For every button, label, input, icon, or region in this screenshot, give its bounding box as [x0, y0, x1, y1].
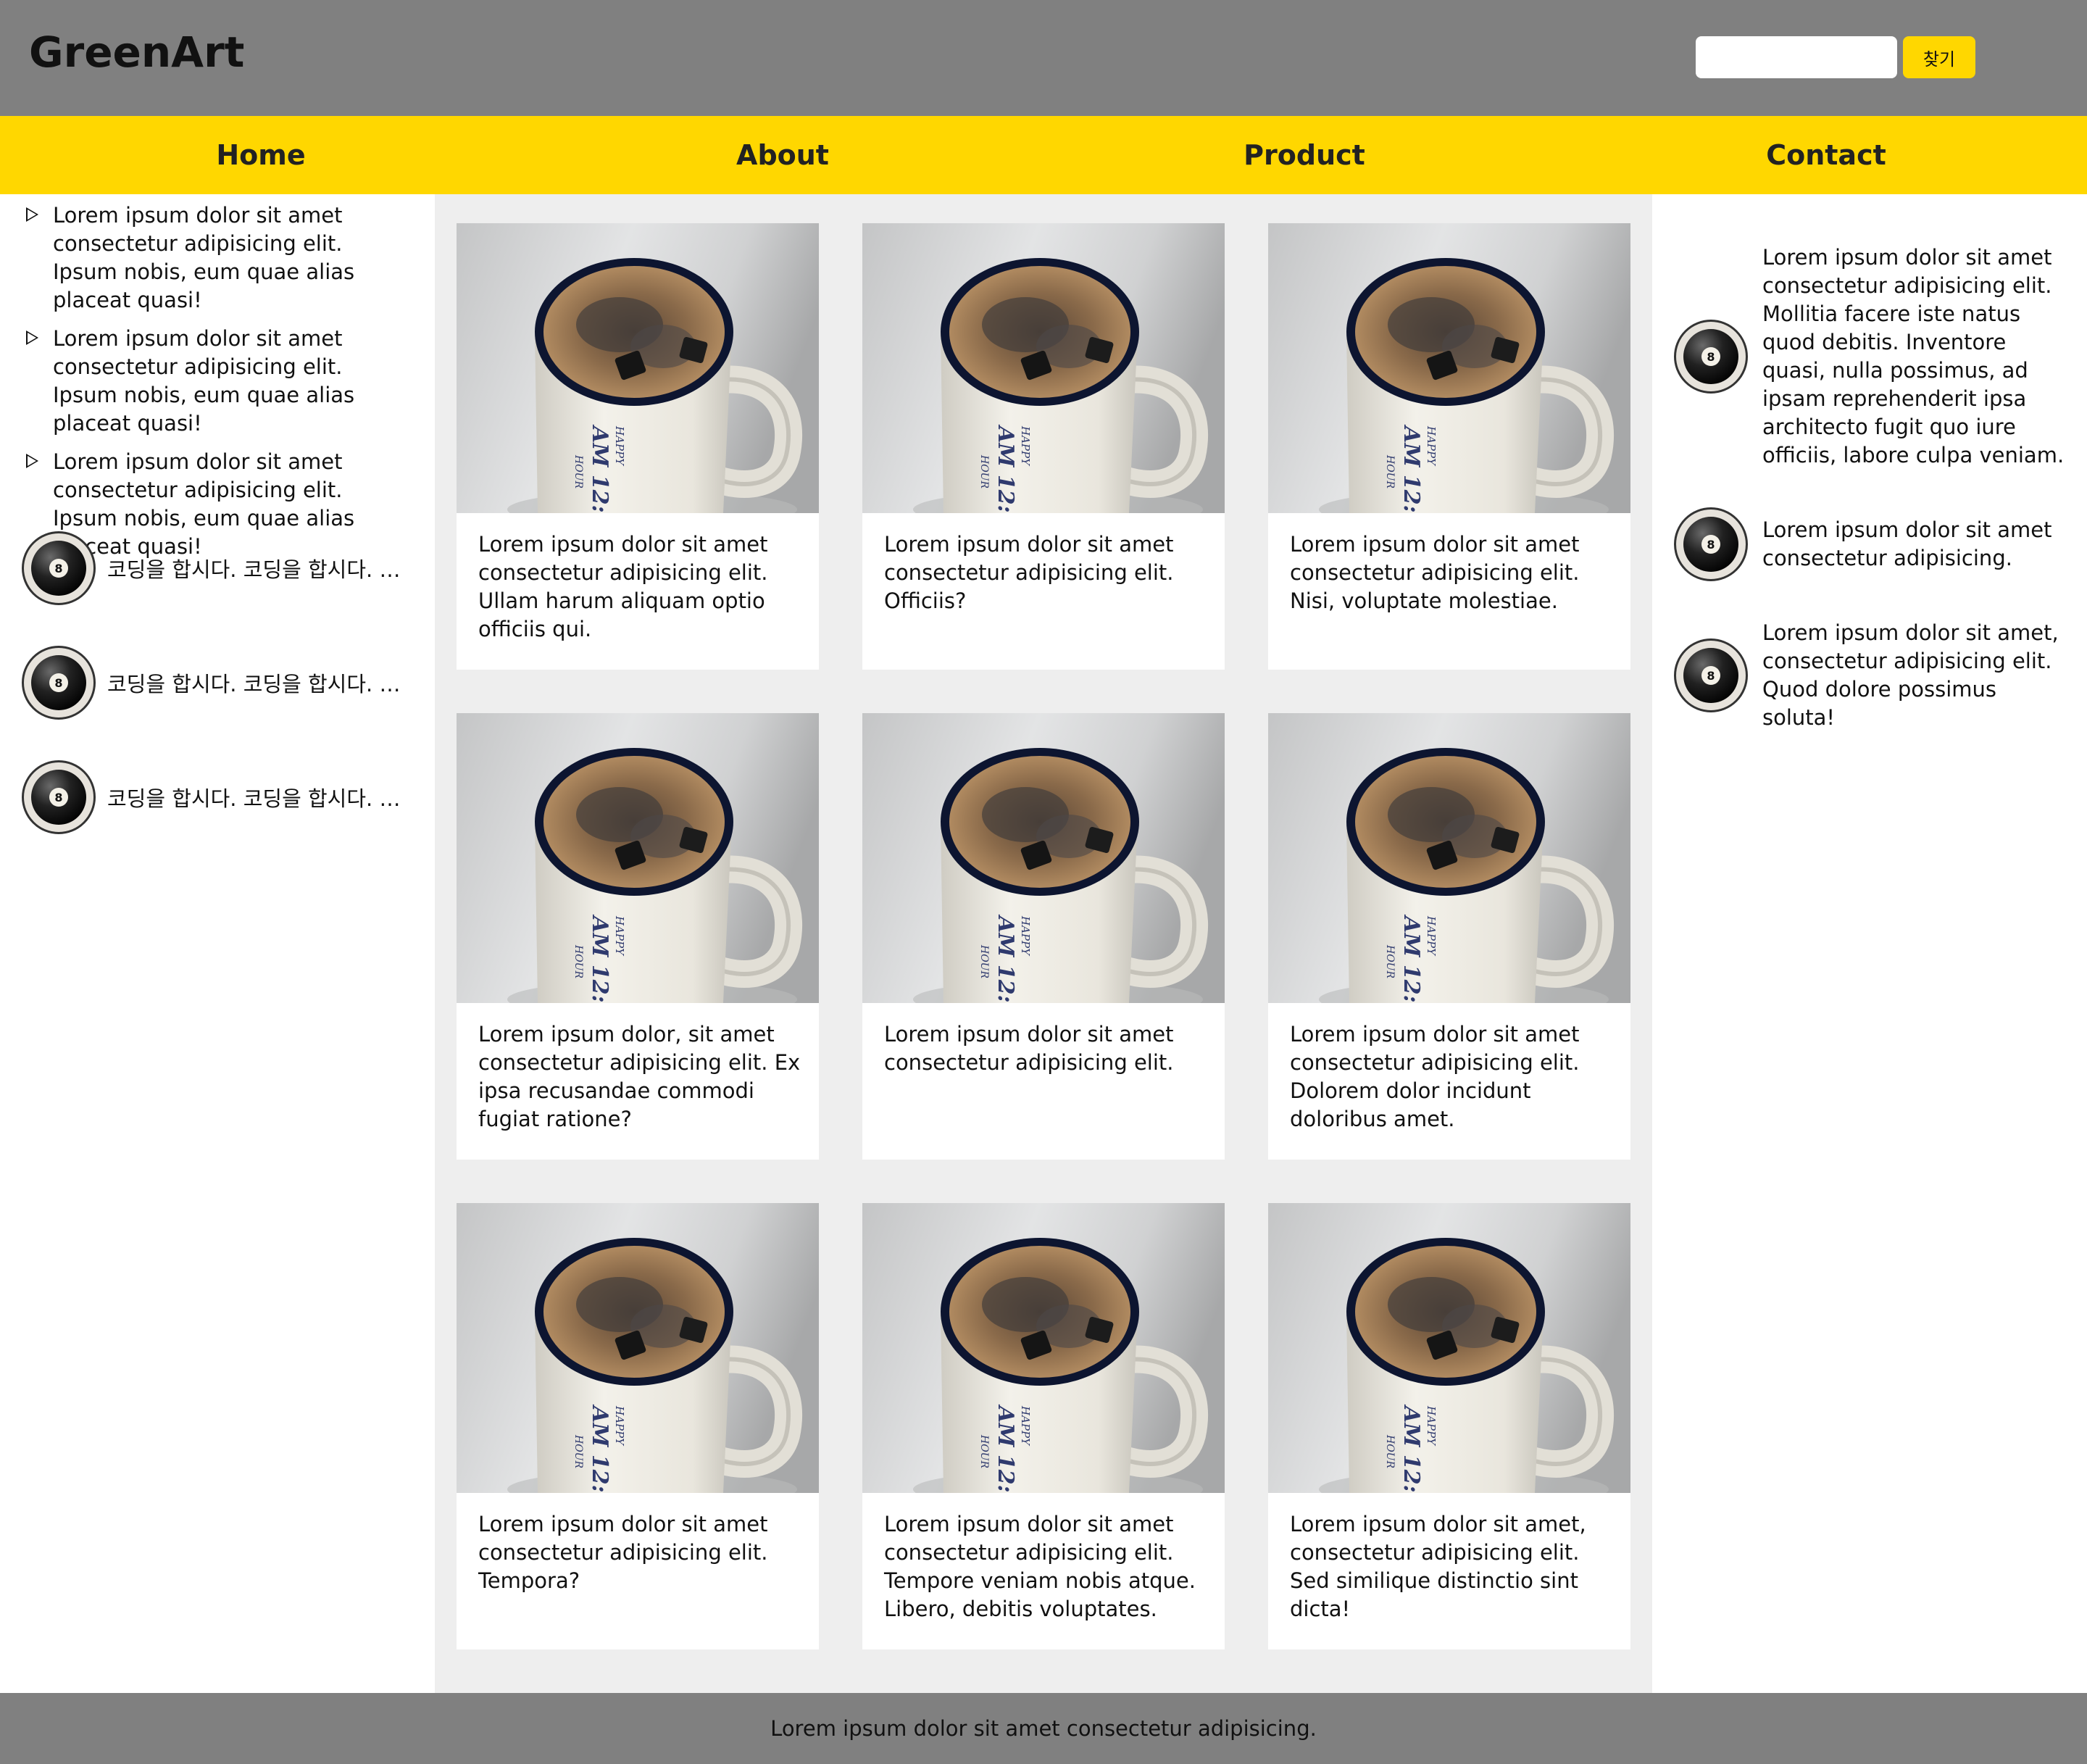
svg-text:AM 12:00: AM 12:00 — [1399, 424, 1424, 513]
svg-text:HAPPY: HAPPY — [1019, 915, 1032, 957]
svg-text:AM 12:00: AM 12:00 — [993, 1404, 1018, 1493]
svg-text:AM 12:00: AM 12:00 — [1399, 914, 1424, 1003]
svg-text:HAPPY: HAPPY — [613, 425, 626, 467]
site-logo[interactable]: GreenArt — [29, 28, 244, 77]
nav-contact[interactable]: Contact — [1565, 116, 2087, 194]
svg-text:HAPPY: HAPPY — [1425, 915, 1438, 957]
coffee-mug-image[interactable]: AM 12:00 HAPPY HOUR — [457, 223, 819, 513]
svg-text:HOUR: HOUR — [978, 454, 990, 488]
product-grid: AM 12:00 HAPPY HOUR Lorem ipsum dolor si… — [435, 194, 1652, 1693]
svg-text:AM 12:00: AM 12:00 — [993, 424, 1018, 513]
ball-item-list: 8 코딩을 합시다. 코딩을 합시다. … 8 코딩을 합시다. 코딩을 합시다… — [22, 529, 428, 873]
svg-text:HOUR: HOUR — [978, 1434, 990, 1468]
eight-ball-icon: 8 — [22, 760, 96, 834]
right-item[interactable]: 8 Lorem ipsum dolor sit amet, consectetu… — [1674, 619, 2080, 732]
ball-item[interactable]: 8 코딩을 합시다. 코딩을 합시다. … — [22, 644, 428, 722]
card-caption: Lorem ipsum dolor sit amet consectetur a… — [884, 1022, 1174, 1075]
coffee-mug-image[interactable]: AM 12:00 HAPPY HOUR — [457, 1203, 819, 1493]
coffee-mug-image[interactable]: AM 12:00 HAPPY HOUR — [457, 713, 819, 1003]
svg-text:HAPPY: HAPPY — [1425, 1405, 1438, 1447]
ball-item[interactable]: 8 코딩을 합시다. 코딩을 합시다. … — [22, 529, 428, 607]
svg-text:AM 12:00: AM 12:00 — [993, 914, 1018, 1003]
nav-home[interactable]: Home — [0, 116, 522, 194]
eight-ball-icon: 8 — [1674, 638, 1748, 712]
list-item: Lorem ipsum dolor sit amet consectetur a… — [22, 201, 413, 315]
product-card[interactable]: AM 12:00 HAPPY HOUR Lorem ipsum dolor si… — [862, 1203, 1225, 1649]
coffee-mug-image[interactable]: AM 12:00 HAPPY HOUR — [862, 713, 1225, 1003]
coffee-mug-image[interactable]: AM 12:00 HAPPY HOUR — [862, 223, 1225, 513]
footer-text: Lorem ipsum dolor sit amet consectetur a… — [770, 1716, 1317, 1741]
svg-text:AM 12:00: AM 12:00 — [587, 424, 612, 513]
right-item-text: Lorem ipsum dolor sit amet, consectetur … — [1762, 620, 2059, 730]
card-caption: Lorem ipsum dolor sit amet consectetur a… — [1290, 1022, 1580, 1131]
card-caption: Lorem ipsum dolor sit amet, consectetur … — [1290, 1512, 1586, 1621]
svg-text:AM 12:00: AM 12:00 — [587, 914, 612, 1003]
coffee-mug-image[interactable]: AM 12:00 HAPPY HOUR — [1268, 1203, 1630, 1493]
product-card[interactable]: AM 12:00 HAPPY HOUR Lorem ipsum dolor si… — [1268, 713, 1630, 1160]
right-item-text: Lorem ipsum dolor sit amet consectetur a… — [1762, 245, 2065, 467]
search-input[interactable] — [1696, 36, 1897, 78]
product-card[interactable]: AM 12:00 HAPPY HOUR Lorem ipsum dolor si… — [1268, 1203, 1630, 1649]
svg-text:AM 12:00: AM 12:00 — [587, 1404, 612, 1493]
ball-item-text: 코딩을 합시다. 코딩을 합시다. … — [107, 557, 401, 582]
svg-text:HAPPY: HAPPY — [1019, 1405, 1032, 1447]
eight-ball-icon: 8 — [1674, 507, 1748, 581]
svg-text:HOUR: HOUR — [978, 944, 990, 978]
main-nav: Home About Product Contact — [0, 116, 2087, 194]
nav-about[interactable]: About — [522, 116, 1044, 194]
svg-text:HAPPY: HAPPY — [613, 915, 626, 957]
svg-text:HOUR: HOUR — [572, 454, 584, 488]
card-caption: Lorem ipsum dolor, sit amet consectetur … — [478, 1022, 801, 1131]
card-caption: Lorem ipsum dolor sit amet consectetur a… — [1290, 532, 1580, 613]
svg-text:HOUR: HOUR — [572, 944, 584, 978]
svg-text:HOUR: HOUR — [1384, 454, 1396, 488]
svg-text:HOUR: HOUR — [1384, 944, 1396, 978]
nav-product[interactable]: Product — [1044, 116, 1565, 194]
svg-text:AM 12:00: AM 12:00 — [1399, 1404, 1424, 1493]
card-caption: Lorem ipsum dolor sit amet consectetur a… — [478, 532, 768, 641]
coffee-mug-image[interactable]: AM 12:00 HAPPY HOUR — [1268, 713, 1630, 1003]
right-item-text: Lorem ipsum dolor sit amet consectetur a… — [1762, 517, 2052, 570]
triangle-bullet-icon — [26, 207, 38, 222]
product-card[interactable]: AM 12:00 HAPPY HOUR Lorem ipsum dolor, s… — [457, 713, 819, 1160]
product-card[interactable]: AM 12:00 HAPPY HOUR Lorem ipsum dolor si… — [862, 713, 1225, 1160]
svg-text:HOUR: HOUR — [1384, 1434, 1396, 1468]
svg-text:HAPPY: HAPPY — [1019, 425, 1032, 467]
right-item[interactable]: 8 Lorem ipsum dolor sit amet consectetur… — [1674, 507, 2080, 581]
right-sidebar: 8 Lorem ipsum dolor sit amet consectetur… — [1652, 194, 2087, 1693]
product-card[interactable]: AM 12:00 HAPPY HOUR Lorem ipsum dolor si… — [457, 1203, 819, 1649]
eight-ball-icon: 8 — [22, 531, 96, 605]
svg-text:HAPPY: HAPPY — [613, 1405, 626, 1447]
ball-item[interactable]: 8 코딩을 합시다. 코딩을 합시다. … — [22, 758, 428, 836]
footer: Lorem ipsum dolor sit amet consectetur a… — [0, 1693, 2087, 1764]
triangle-bullet-icon — [26, 454, 38, 468]
svg-text:HAPPY: HAPPY — [1425, 425, 1438, 467]
triangle-bullet-icon — [26, 330, 38, 345]
product-card[interactable]: AM 12:00 HAPPY HOUR Lorem ipsum dolor si… — [1268, 223, 1630, 670]
ball-item-text: 코딩을 합시다. 코딩을 합시다. … — [107, 786, 401, 811]
svg-text:HOUR: HOUR — [572, 1434, 584, 1468]
product-card[interactable]: AM 12:00 HAPPY HOUR Lorem ipsum dolor si… — [457, 223, 819, 670]
eight-ball-icon: 8 — [1674, 320, 1748, 394]
card-caption: Lorem ipsum dolor sit amet consectetur a… — [478, 1512, 768, 1593]
eight-ball-icon: 8 — [22, 646, 96, 720]
list-item: Lorem ipsum dolor sit amet consectetur a… — [22, 325, 413, 438]
ball-item-text: 코딩을 합시다. 코딩을 합시다. … — [107, 672, 401, 696]
bullet-list: Lorem ipsum dolor sit amet consectetur a… — [22, 201, 413, 571]
product-card[interactable]: AM 12:00 HAPPY HOUR Lorem ipsum dolor si… — [862, 223, 1225, 670]
list-item-text: Lorem ipsum dolor sit amet consectetur a… — [53, 326, 355, 436]
search-button[interactable]: 찾기 — [1903, 36, 1975, 78]
coffee-mug-image[interactable]: AM 12:00 HAPPY HOUR — [1268, 223, 1630, 513]
right-item[interactable]: 8 Lorem ipsum dolor sit amet consectetur… — [1674, 244, 2080, 470]
left-sidebar: Lorem ipsum dolor sit amet consectetur a… — [0, 194, 435, 1693]
list-item-text: Lorem ipsum dolor sit amet consectetur a… — [53, 203, 355, 312]
card-caption: Lorem ipsum dolor sit amet consectetur a… — [884, 1512, 1196, 1621]
coffee-mug-image[interactable]: AM 12:00 HAPPY HOUR — [862, 1203, 1225, 1493]
card-caption: Lorem ipsum dolor sit amet consectetur a… — [884, 532, 1174, 613]
header: GreenArt 찾기 — [0, 0, 2087, 116]
